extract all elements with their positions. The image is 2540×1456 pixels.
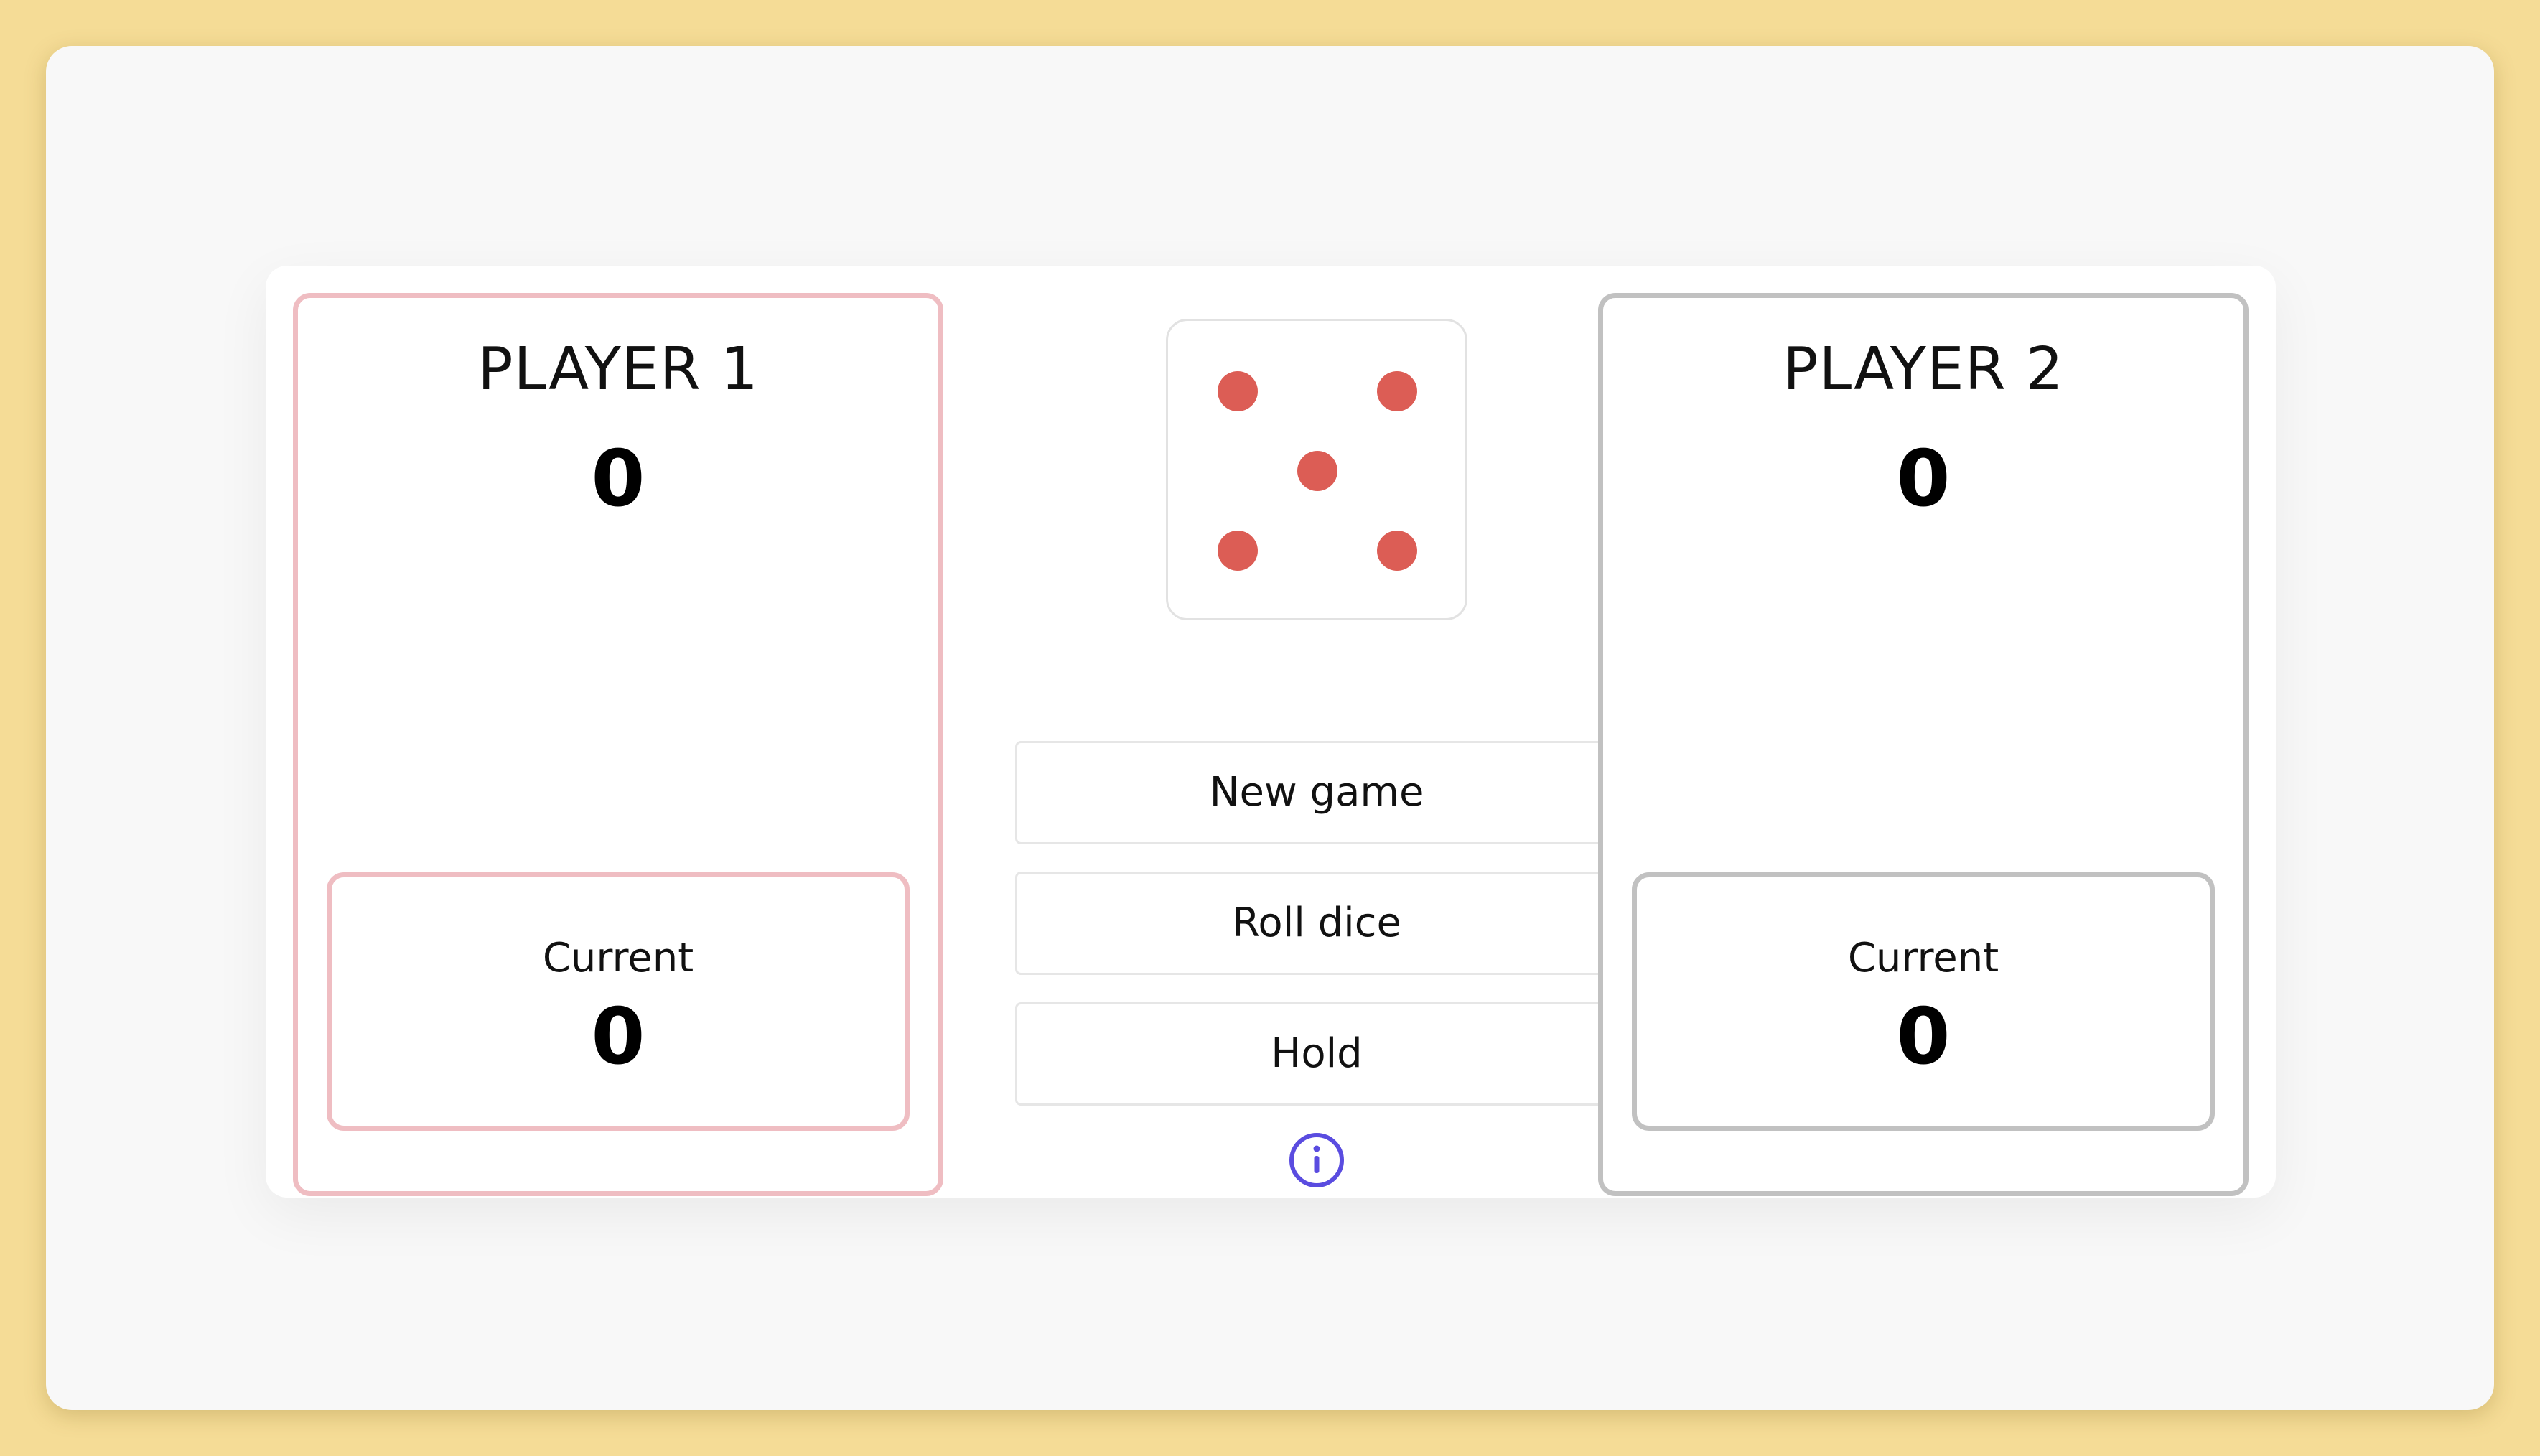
info-icon-graphic [1289, 1133, 1344, 1187]
player-1-current-label: Current [542, 935, 694, 981]
dice-pip [1377, 531, 1417, 571]
player-1-score: 0 [591, 434, 645, 524]
player-1-current-box: Current 0 [327, 872, 910, 1131]
dice-face [1166, 319, 1467, 620]
app-window: PLAYER 1 0 Current 0 New game Roll dice … [46, 46, 2494, 1410]
player-2-current-score: 0 [1896, 992, 1951, 1082]
new-game-button[interactable]: New game [1015, 741, 1618, 844]
dice-pip [1218, 371, 1258, 411]
player-2-current-box: Current 0 [1632, 872, 2215, 1131]
dice-pip [1377, 371, 1417, 411]
roll-dice-button[interactable]: Roll dice [1015, 872, 1618, 975]
player-1-current-score: 0 [591, 992, 645, 1082]
player-2-panel: PLAYER 2 0 Current 0 [1598, 293, 2249, 1196]
dice-pip [1218, 531, 1258, 571]
hold-button[interactable]: Hold [1015, 1002, 1618, 1106]
player-1-panel: PLAYER 1 0 Current 0 [293, 293, 943, 1196]
player-2-name: PLAYER 2 [1783, 335, 2064, 403]
dice-pip [1297, 451, 1337, 491]
info-icon[interactable] [1288, 1131, 1345, 1189]
player-2-score: 0 [1896, 434, 1951, 524]
game-board: PLAYER 1 0 Current 0 New game Roll dice … [266, 266, 2276, 1198]
player-2-current-label: Current [1847, 935, 1999, 981]
player-1-name: PLAYER 1 [477, 335, 759, 403]
